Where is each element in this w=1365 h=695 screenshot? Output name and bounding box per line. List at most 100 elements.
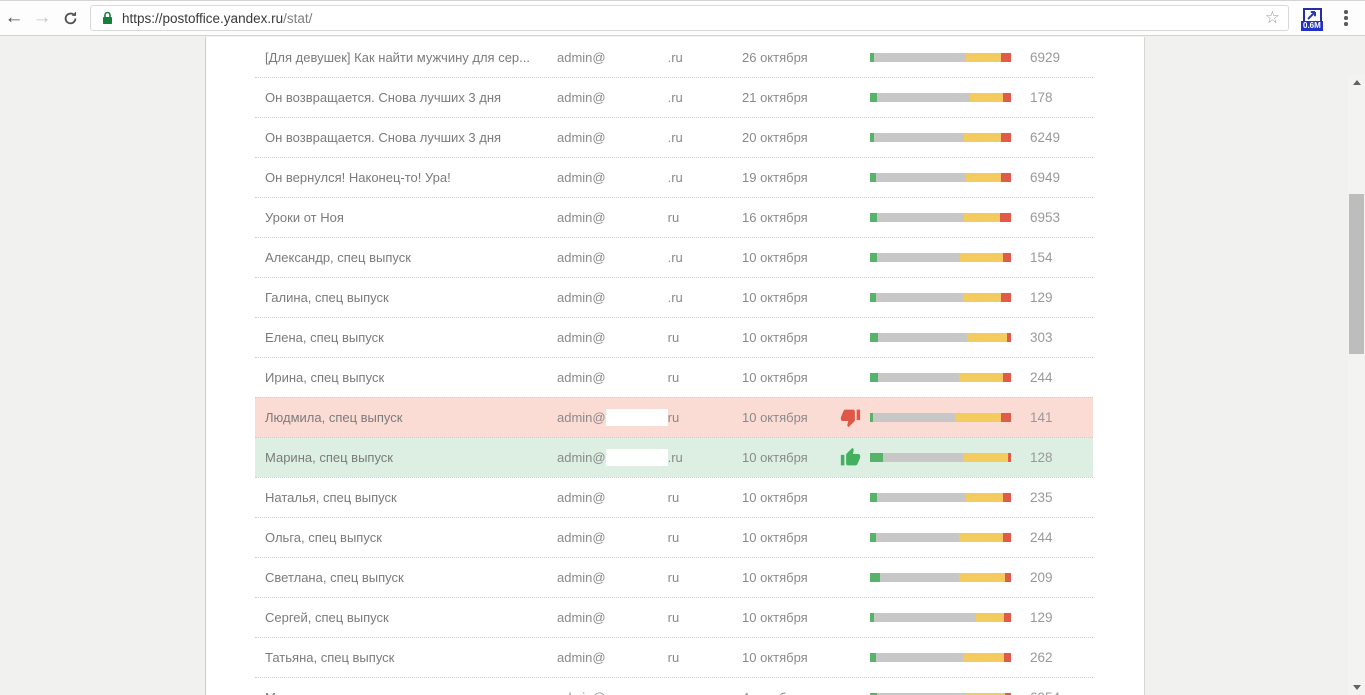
table-row[interactable]: Сергей, спец выпускadmin@ru10 октября129 bbox=[255, 597, 1093, 637]
stats-table: [Для девушек] Как найти мужчину для сер.… bbox=[255, 37, 1093, 695]
email-suffix: .ru bbox=[668, 130, 683, 145]
delivery-stats-bar bbox=[870, 533, 1011, 542]
delivery-stats-bar bbox=[870, 93, 1011, 102]
table-row[interactable]: Александр, спец выпускadmin@.ru10 октябр… bbox=[255, 237, 1093, 277]
bar-gray-segment bbox=[878, 333, 967, 342]
send-date: 20 октября bbox=[687, 130, 840, 145]
table-row[interactable]: Он возвращается. Снова лучших 3 дняadmin… bbox=[255, 77, 1093, 117]
extension-button[interactable]: 0.6M bbox=[1301, 5, 1325, 31]
bar-red-segment bbox=[1004, 653, 1011, 662]
redacted-email-domain bbox=[606, 169, 668, 186]
scroll-up-icon[interactable] bbox=[1348, 74, 1365, 90]
campaign-subject: Он возвращается. Снова лучших 3 дня bbox=[255, 130, 557, 145]
table-row[interactable]: Людмила, спец выпускadmin@ru10 октября14… bbox=[255, 397, 1093, 437]
table-row[interactable]: Он вернулся! Наконец-то! Ура!admin@.ru19… bbox=[255, 157, 1093, 197]
table-row[interactable]: Наталья, спец выпускadmin@ru10 октября23… bbox=[255, 477, 1093, 517]
scroll-down-icon[interactable] bbox=[1348, 679, 1365, 695]
bar-yellow-segment bbox=[966, 493, 1003, 502]
table-row[interactable]: Он возвращается. Снова лучших 3 дняadmin… bbox=[255, 117, 1093, 157]
bar-yellow-segment bbox=[966, 173, 1001, 182]
table-row[interactable]: Светлана, спец выпускadmin@ru10 октября2… bbox=[255, 557, 1093, 597]
bar-red-segment bbox=[1003, 493, 1011, 502]
redacted-email-domain bbox=[606, 369, 668, 386]
recipient-count: 6949 bbox=[1011, 170, 1060, 185]
send-date: 10 октября bbox=[687, 650, 840, 665]
table-row[interactable]: Ольга, спец выпускadmin@ru10 октября244 bbox=[255, 517, 1093, 557]
bar-yellow-segment bbox=[963, 653, 1004, 662]
email-suffix: ru bbox=[668, 530, 680, 545]
bar-green-segment bbox=[870, 373, 878, 382]
bar-yellow-segment bbox=[963, 453, 1008, 462]
send-date: 10 октября bbox=[687, 330, 840, 345]
bar-red-segment bbox=[1001, 173, 1011, 182]
delivery-stats-bar bbox=[870, 253, 1011, 262]
delivery-stats-bar bbox=[870, 373, 1011, 382]
email-suffix: .ru bbox=[668, 50, 683, 65]
recipient-count: 154 bbox=[1011, 250, 1053, 265]
forward-icon[interactable]: → bbox=[28, 4, 56, 32]
email-prefix: admin@ bbox=[557, 490, 606, 505]
sender-email: admin@ .ru bbox=[557, 249, 687, 266]
bar-gray-segment bbox=[876, 653, 963, 662]
redacted-email-domain bbox=[606, 409, 668, 426]
email-prefix: admin@ bbox=[557, 610, 606, 625]
thumb-up-icon[interactable] bbox=[840, 447, 870, 468]
sender-email: admin@ru bbox=[557, 329, 687, 346]
campaign-subject: Ольга, спец выпуск bbox=[255, 530, 557, 545]
address-bar[interactable]: https://postoffice.yandex.ru/stat/ ☆ bbox=[90, 5, 1289, 31]
bar-green-segment bbox=[870, 493, 877, 502]
delivery-stats-bar bbox=[870, 573, 1011, 582]
back-icon[interactable]: ← bbox=[0, 4, 28, 32]
bar-yellow-segment bbox=[963, 293, 1001, 302]
campaign-subject: Он вернулся! Наконец-то! Ура! bbox=[255, 170, 557, 185]
bar-gray-segment bbox=[874, 613, 976, 622]
email-suffix: ru bbox=[668, 210, 680, 225]
send-date: 26 октября bbox=[687, 50, 840, 65]
reload-icon[interactable] bbox=[56, 10, 84, 27]
redacted-email-domain bbox=[606, 689, 668, 695]
table-row[interactable]: Ирина, спец выпускadmin@ru10 октября244 bbox=[255, 357, 1093, 397]
table-row[interactable]: Елена, спец выпускadmin@ru10 октября303 bbox=[255, 317, 1093, 357]
bar-yellow-segment bbox=[967, 333, 1006, 342]
delivery-stats-bar bbox=[870, 613, 1011, 622]
browser-menu-icon[interactable] bbox=[1333, 10, 1359, 26]
send-date: 10 октября bbox=[687, 250, 840, 265]
email-prefix: admin@ bbox=[557, 570, 606, 585]
content-panel: [Для девушек] Как найти мужчину для сер.… bbox=[205, 37, 1145, 695]
redacted-email-domain bbox=[606, 289, 668, 306]
delivery-stats-bar bbox=[870, 133, 1011, 142]
email-prefix: admin@ bbox=[557, 210, 606, 225]
scrollbar-thumb[interactable] bbox=[1349, 194, 1364, 354]
table-row[interactable]: Мудрости от дедушкиadmin@4 октября6954 bbox=[255, 677, 1093, 695]
sender-email: admin@.ru bbox=[557, 49, 687, 66]
redacted-email-domain bbox=[606, 129, 668, 146]
bar-green-segment bbox=[870, 453, 883, 462]
table-row[interactable]: Марина, спец выпускadmin@.ru10 октября12… bbox=[255, 437, 1093, 477]
thumb-down-icon[interactable] bbox=[840, 407, 870, 428]
email-prefix: admin@ bbox=[557, 250, 606, 265]
campaign-subject: Ирина, спец выпуск bbox=[255, 370, 557, 385]
recipient-count: 244 bbox=[1011, 530, 1053, 545]
vertical-scrollbar[interactable] bbox=[1348, 74, 1365, 695]
bar-gray-segment bbox=[876, 533, 959, 542]
email-prefix: admin@ bbox=[557, 410, 606, 425]
email-suffix: .ru bbox=[668, 250, 683, 265]
bar-yellow-segment bbox=[976, 613, 1004, 622]
table-row[interactable]: Галина, спец выпускadmin@.ru10 октября12… bbox=[255, 277, 1093, 317]
email-prefix: admin@ bbox=[557, 330, 606, 345]
url-domain: https://postoffice.yandex.ru bbox=[122, 11, 283, 26]
bookmark-star-icon[interactable]: ☆ bbox=[1265, 8, 1280, 28]
table-row[interactable]: Татьяна, спец выпускadmin@ru10 октября26… bbox=[255, 637, 1093, 677]
delivery-stats-bar bbox=[870, 293, 1011, 302]
https-lock-icon[interactable] bbox=[102, 11, 113, 25]
table-row[interactable]: Уроки от Нояadmin@ru16 октября6953 bbox=[255, 197, 1093, 237]
sender-email: admin@.ru bbox=[557, 89, 687, 106]
bar-green-segment bbox=[870, 573, 880, 582]
table-row[interactable]: [Для девушек] Как найти мужчину для сер.… bbox=[255, 37, 1093, 77]
campaign-subject: Сергей, спец выпуск bbox=[255, 610, 557, 625]
redacted-email-domain bbox=[606, 249, 668, 266]
bar-yellow-segment bbox=[955, 413, 1002, 422]
email-suffix: .ru bbox=[668, 90, 683, 105]
recipient-count: 244 bbox=[1011, 370, 1053, 385]
sender-email: admin@.ru bbox=[557, 289, 687, 306]
